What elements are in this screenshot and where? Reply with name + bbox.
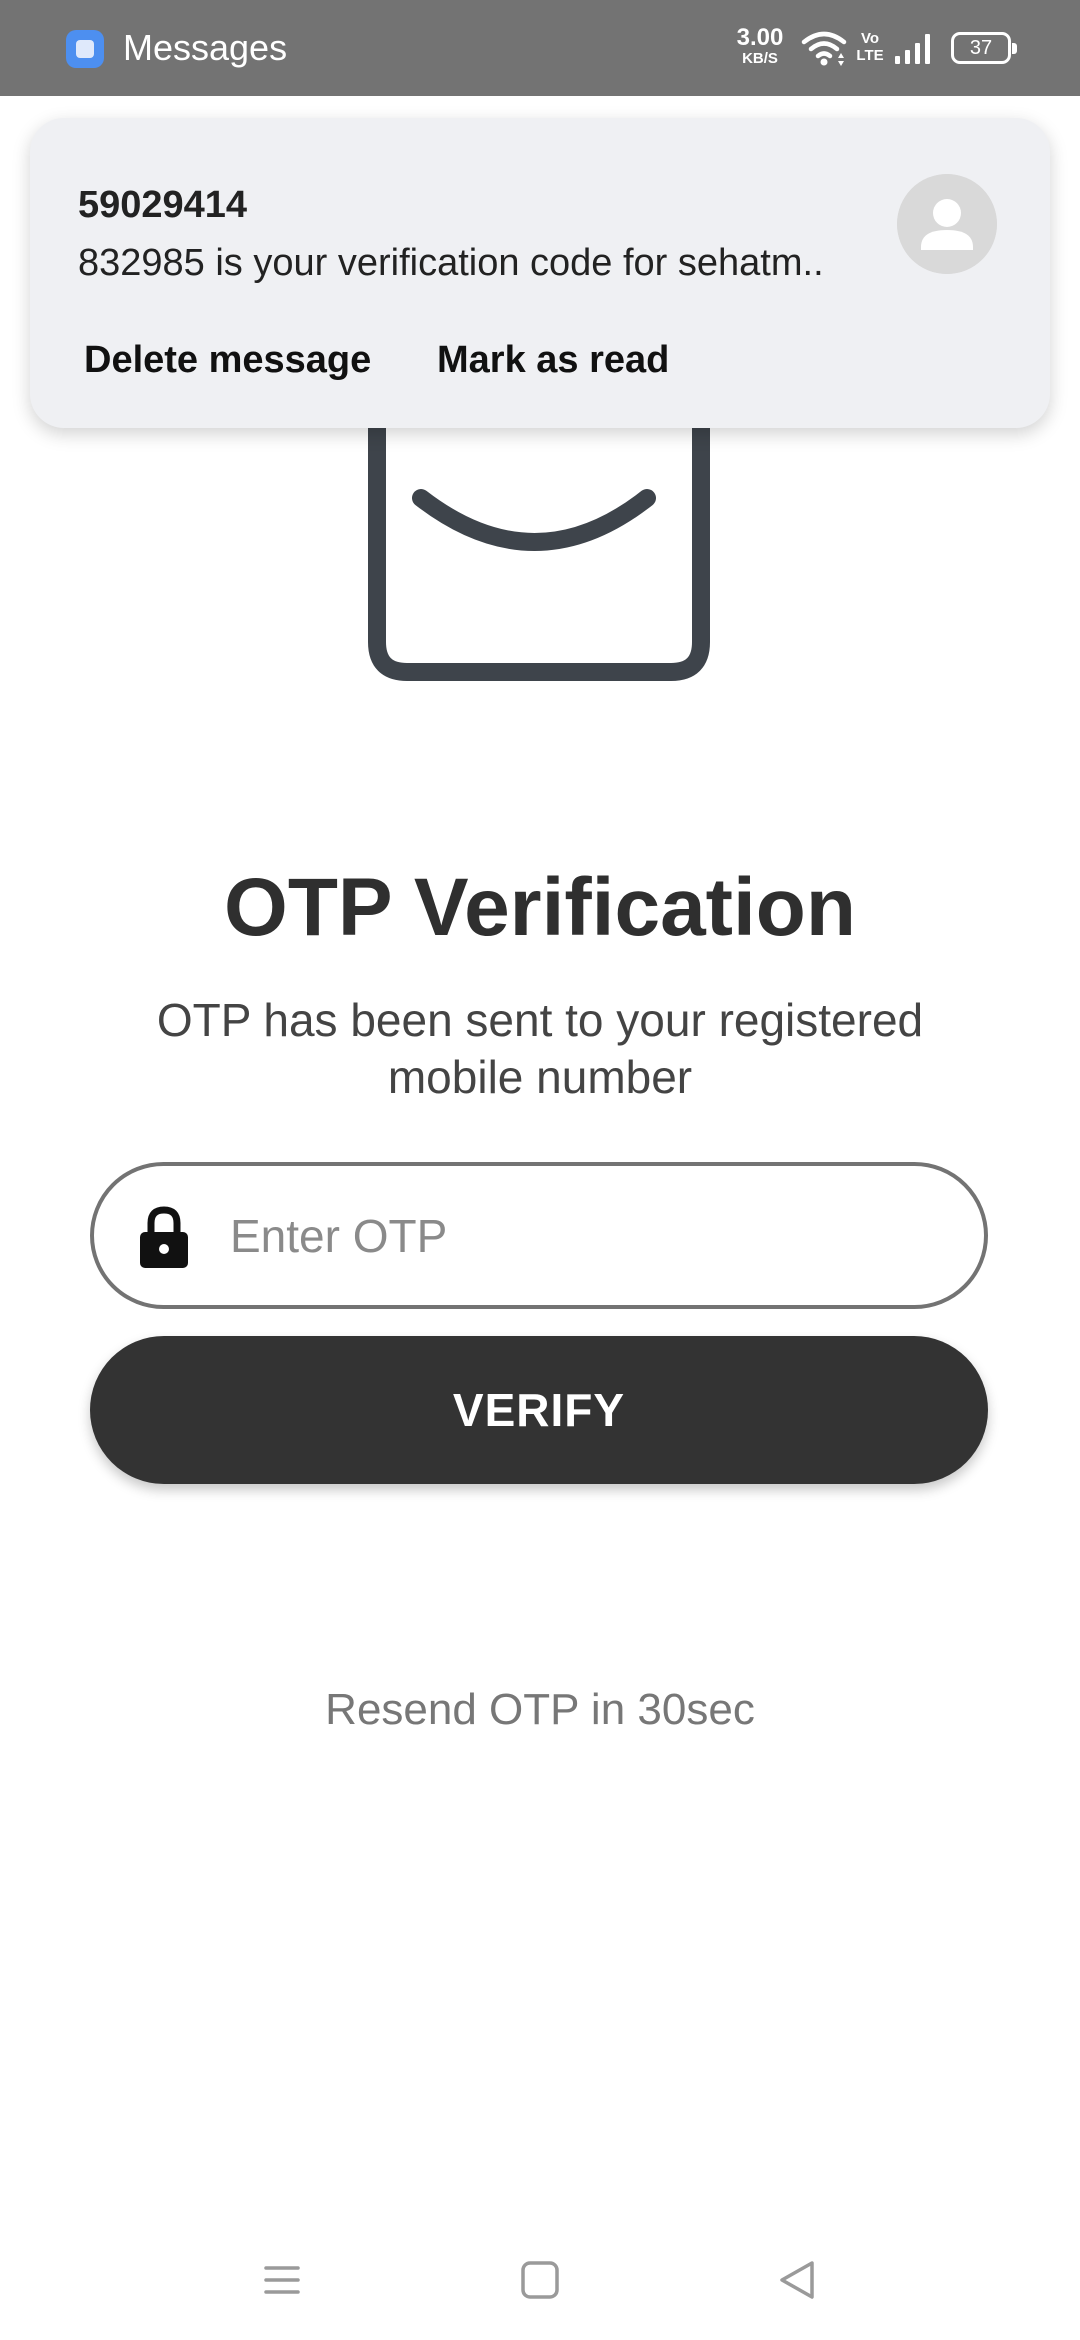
cellular-signal-icon	[895, 34, 930, 64]
messages-app-icon	[66, 30, 104, 68]
status-bar: Messages 3.00 KB/S Vo LTE 37	[0, 0, 1080, 96]
otp-input[interactable]	[230, 1196, 950, 1276]
navigation-bar	[0, 2220, 1080, 2340]
mark-as-read-button[interactable]: Mark as read	[437, 330, 669, 390]
otp-subtitle: OTP has been sent to your registered mob…	[156, 994, 924, 1103]
battery-indicator: 37	[951, 32, 1017, 64]
network-speed-unit: KB/S	[742, 50, 778, 67]
back-icon[interactable]	[768, 2250, 828, 2310]
lock-icon	[140, 1206, 188, 1268]
battery-level: 37	[969, 37, 993, 59]
volte-indicator: Vo LTE	[855, 30, 885, 64]
wifi-icon	[801, 31, 847, 66]
network-speed-value: 3.00	[736, 24, 784, 51]
delete-message-button[interactable]: Delete message	[84, 330, 371, 390]
resend-otp-timer: Resend OTP in 30sec	[325, 1685, 755, 1734]
notification-body: 832985 is your verification code for seh…	[78, 242, 824, 284]
volte-label-top: Vo	[860, 30, 880, 47]
menu-icon[interactable]	[252, 2250, 312, 2310]
verify-button[interactable]: VERIFY	[90, 1336, 988, 1484]
page-title: OTP Verification	[224, 862, 856, 953]
volte-label-bottom: LTE	[856, 47, 884, 64]
status-bar-app-name: Messages	[123, 27, 288, 68]
sms-notification[interactable]: 59029414 832985 is your verification cod…	[30, 118, 1050, 428]
notification-sender: 59029414	[78, 184, 248, 226]
otp-field[interactable]	[90, 1162, 988, 1309]
home-icon[interactable]	[510, 2250, 570, 2310]
contact-avatar-icon	[897, 174, 997, 274]
network-speed: 3.00 KB/S	[733, 24, 787, 67]
